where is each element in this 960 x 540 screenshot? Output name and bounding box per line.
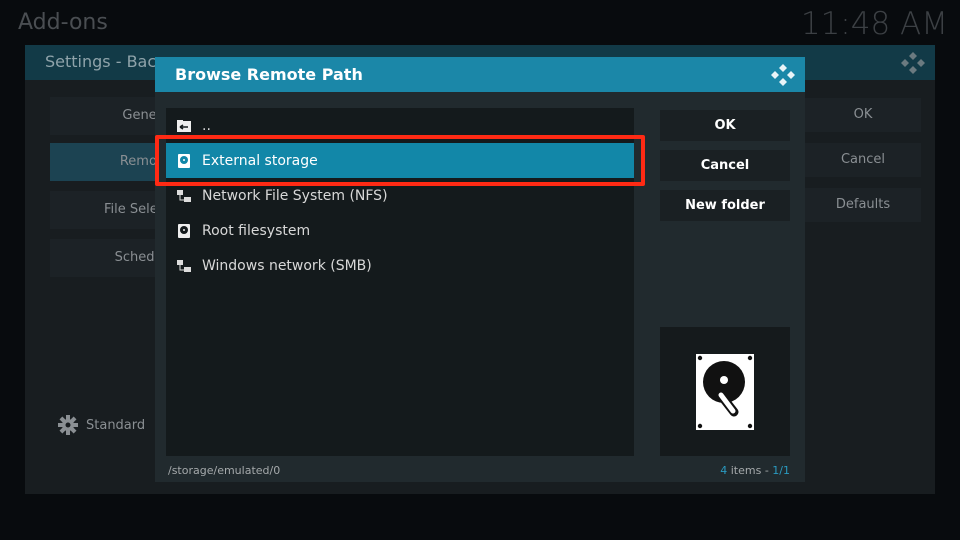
settings-title: Settings - Bac <box>45 52 157 71</box>
gear-icon <box>58 415 78 435</box>
item-count: 4 items - 1/1 <box>720 464 790 477</box>
network-icon <box>177 189 191 202</box>
page-indicator: 1/1 <box>772 464 790 477</box>
kodi-logo-icon <box>901 52 925 74</box>
browse-dialog: Browse Remote Path .. External storage N… <box>155 57 805 482</box>
window-title: Add-ons <box>18 10 108 35</box>
new-folder-button[interactable]: New folder <box>660 190 790 221</box>
item-count-text: items - <box>727 464 773 477</box>
network-icon <box>177 259 191 272</box>
list-item-label: .. <box>202 117 211 134</box>
list-item-smb[interactable]: Windows network (SMB) <box>166 248 634 283</box>
folder-back-icon <box>177 119 191 132</box>
settings-level-button[interactable]: Standard <box>58 415 145 435</box>
settings-level-label: Standard <box>86 417 146 433</box>
settings-defaults-button[interactable]: Defaults <box>805 188 921 222</box>
preview-thumbnail <box>660 327 790 456</box>
list-item-label: Windows network (SMB) <box>202 257 372 274</box>
settings-ok-button[interactable]: OK <box>805 98 921 132</box>
settings-cancel-button[interactable]: Cancel <box>805 143 921 177</box>
list-item-root-filesystem[interactable]: Root filesystem <box>166 213 634 248</box>
dialog-title: Browse Remote Path <box>175 65 363 84</box>
highlight-annotation-box <box>155 135 645 186</box>
kodi-logo-icon <box>771 64 795 86</box>
clock: 11:48 AM <box>800 6 948 42</box>
dialog-cancel-button[interactable]: Cancel <box>660 150 790 181</box>
hard-drive-icon <box>696 354 754 430</box>
current-path: /storage/emulated/0 <box>168 464 281 477</box>
list-item-label: Root filesystem <box>202 222 311 239</box>
dialog-ok-button[interactable]: OK <box>660 110 790 141</box>
list-item-label: Network File System (NFS) <box>202 187 388 204</box>
hard-drive-icon <box>178 223 190 238</box>
dialog-header: Browse Remote Path <box>155 57 805 92</box>
